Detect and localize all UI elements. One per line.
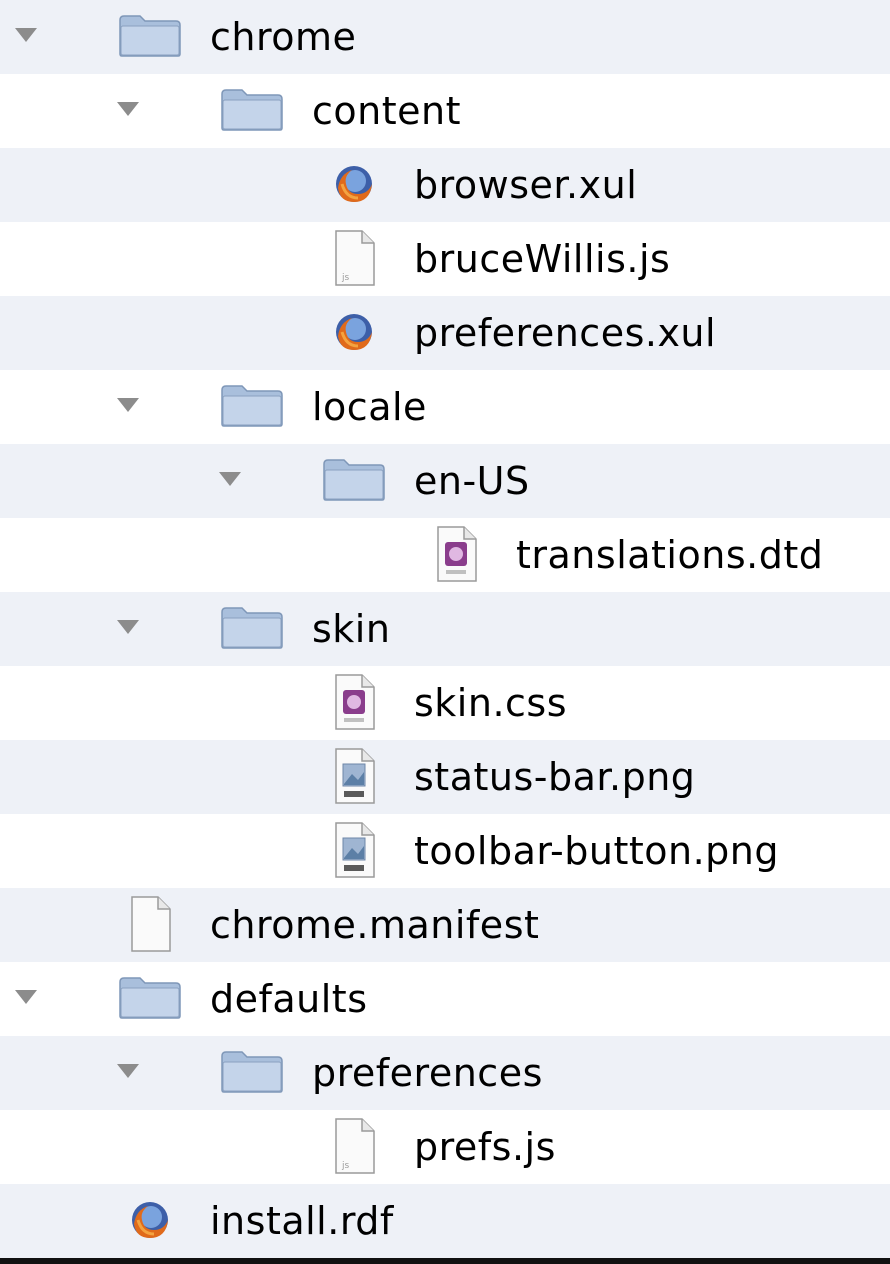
folder-icon xyxy=(220,384,284,428)
folder-icon xyxy=(322,458,386,502)
folder-icon xyxy=(118,976,182,1020)
folder-icon xyxy=(220,1050,284,1094)
tree-row[interactable]: skin xyxy=(0,592,890,666)
tree-row[interactable]: content xyxy=(0,74,890,148)
tree-row[interactable]: skin.css xyxy=(0,666,890,740)
tree-row[interactable]: translations.dtd xyxy=(0,518,890,592)
folder-name: locale xyxy=(312,385,427,429)
folder-name: defaults xyxy=(210,977,368,1021)
folder-icon xyxy=(220,88,284,132)
tree-row[interactable]: js prefs.js xyxy=(0,1110,890,1184)
tree-row[interactable]: chrome.manifest xyxy=(0,888,890,962)
disclosure-triangle-icon[interactable] xyxy=(15,28,37,42)
folder-name: chrome xyxy=(210,15,357,59)
folder-icon xyxy=(220,606,284,650)
disclosure-triangle-icon[interactable] xyxy=(117,398,139,412)
tree-row[interactable]: browser.xul xyxy=(0,148,890,222)
disclosure-triangle-icon[interactable] xyxy=(117,1064,139,1078)
disclosure-triangle-icon[interactable] xyxy=(117,102,139,116)
folder-icon xyxy=(118,14,182,58)
css-file-icon xyxy=(330,672,378,732)
dtd-file-icon xyxy=(432,524,480,584)
file-name: status-bar.png xyxy=(414,755,696,799)
file-name: bruceWillis.js xyxy=(414,237,671,281)
tree-row[interactable]: defaults xyxy=(0,962,890,1036)
image-file-icon xyxy=(330,820,378,880)
tree-row[interactable]: chrome xyxy=(0,0,890,74)
svg-text:js: js xyxy=(341,273,350,283)
tree-row[interactable]: preferences.xul xyxy=(0,296,890,370)
firefox-document-icon xyxy=(330,302,378,362)
file-name: prefs.js xyxy=(414,1125,556,1169)
file-name: toolbar-button.png xyxy=(414,829,780,873)
tree-row[interactable]: install.rdf xyxy=(0,1184,890,1258)
javascript-file-icon: js xyxy=(330,1116,378,1176)
blank-document-icon xyxy=(126,894,174,954)
tree-row[interactable]: status-bar.png xyxy=(0,740,890,814)
file-name: chrome.manifest xyxy=(210,903,540,947)
file-tree: chrome content browser.xul js bruceWillis.js… xyxy=(0,0,890,1264)
firefox-document-icon xyxy=(330,154,378,214)
tree-row[interactable]: en-US xyxy=(0,444,890,518)
javascript-file-icon: js xyxy=(330,228,378,288)
disclosure-triangle-icon[interactable] xyxy=(15,990,37,1004)
svg-text:js: js xyxy=(341,1161,350,1171)
file-name: translations.dtd xyxy=(516,533,824,577)
disclosure-triangle-icon[interactable] xyxy=(117,620,139,634)
disclosure-triangle-icon[interactable] xyxy=(219,472,241,486)
tree-row[interactable]: js bruceWillis.js xyxy=(0,222,890,296)
image-file-icon xyxy=(330,746,378,806)
file-name: preferences.xul xyxy=(414,311,717,355)
folder-name: skin xyxy=(312,607,391,651)
file-name: install.rdf xyxy=(210,1199,394,1243)
file-name: skin.css xyxy=(414,681,568,725)
folder-name: preferences xyxy=(312,1051,543,1095)
tree-row[interactable]: locale xyxy=(0,370,890,444)
tree-row[interactable]: toolbar-button.png xyxy=(0,814,890,888)
tree-row[interactable]: preferences xyxy=(0,1036,890,1110)
folder-name: content xyxy=(312,89,461,133)
folder-name: en-US xyxy=(414,459,530,503)
file-name: browser.xul xyxy=(414,163,638,207)
firefox-document-icon xyxy=(126,1190,174,1250)
